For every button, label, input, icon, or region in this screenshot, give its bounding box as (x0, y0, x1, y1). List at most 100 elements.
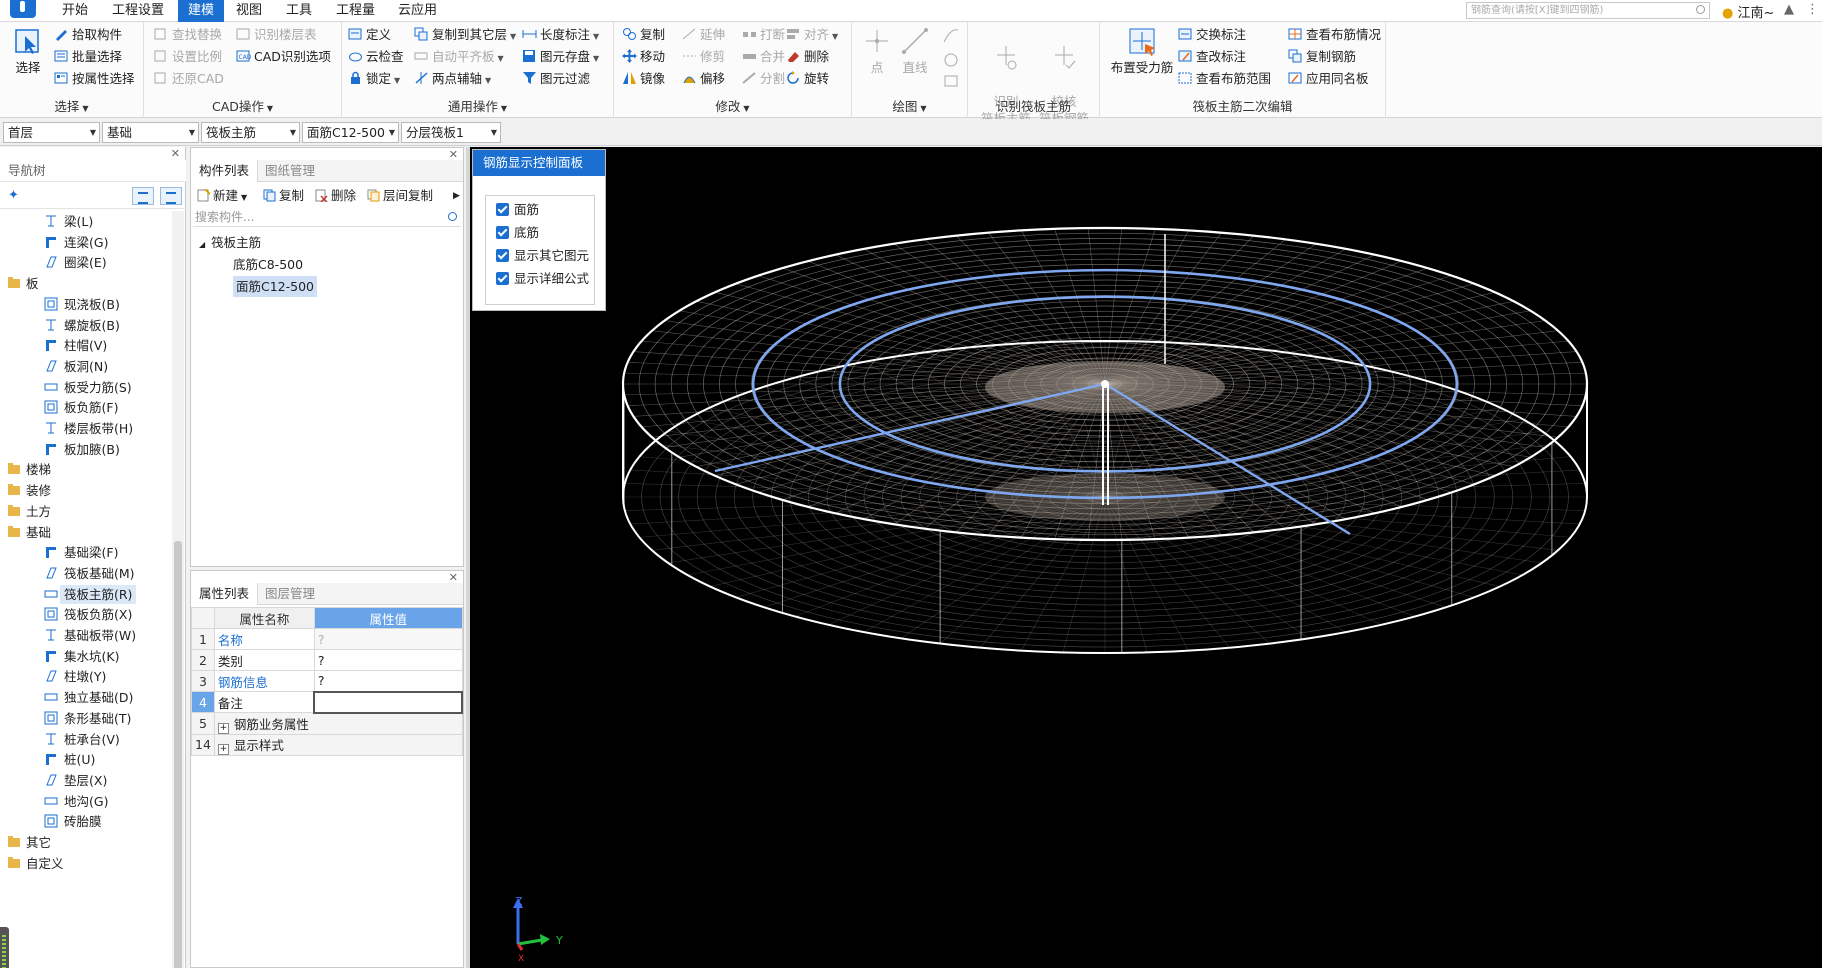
identify-floor-table-button[interactable]: 识别楼层表 (236, 25, 317, 45)
close-icon[interactable]: ✕ (171, 147, 180, 160)
copy-rebar-button[interactable]: 复制钢筋 (1288, 47, 1356, 67)
nav-item[interactable]: 现浇板(B) (0, 294, 120, 316)
select-by-property-button[interactable]: 按属性选择 (54, 69, 135, 89)
property-row[interactable]: 3 钢筋信息 ? (191, 670, 463, 692)
set-scale-button[interactable]: 设置比例 (154, 47, 222, 67)
extend-button[interactable]: 延伸 (682, 25, 725, 45)
apply-same-slab-button[interactable]: 应用同名板 (1288, 69, 1369, 89)
ribbon-group-draw-label[interactable]: 绘图 ▼ (852, 96, 967, 115)
property-row[interactable]: 2 类别 ? (191, 649, 463, 671)
align-button[interactable]: 对齐 ▼ (786, 25, 838, 45)
component-item-bottom-rebar[interactable]: 底筋C8-500 (233, 254, 303, 276)
show-formula-checkbox[interactable]: 显示详细公式 (496, 269, 589, 289)
copy-component-button[interactable]: 复制 (263, 187, 304, 205)
element-filter-button[interactable]: 图元过滤 (522, 69, 590, 89)
mirror-button[interactable]: 镜像 (622, 69, 665, 89)
nav-item[interactable]: 砖胎膜 (0, 811, 102, 833)
merge-button[interactable]: 合并 (742, 47, 785, 67)
new-component-button[interactable]: 新建 ▼ (197, 187, 247, 205)
user-menu[interactable]: ● 江南~ (1722, 2, 1774, 21)
nav-item[interactable]: 集水坑(K) (0, 646, 119, 668)
property-row-value[interactable]: ? (313, 670, 463, 692)
remark-input[interactable] (313, 690, 463, 714)
collapse-triangle-icon[interactable]: ◢ (199, 240, 205, 249)
nav-item[interactable]: 螺旋板(B) (0, 315, 120, 337)
add-sparkle-icon[interactable]: ✦ (8, 188, 19, 203)
expand-plus-icon[interactable]: + (217, 743, 229, 755)
top-rebar-checkbox[interactable]: 面筋 (496, 200, 539, 220)
length-dimension-button[interactable]: 长度标注 ▼ (522, 25, 599, 45)
nav-item[interactable]: 板洞(N) (0, 356, 108, 378)
break-button[interactable]: 打断 (742, 25, 785, 45)
menu-tab-cloud-apps[interactable]: 云应用 (388, 0, 447, 22)
tab-component-list[interactable]: 构件列表 (191, 160, 259, 182)
two-point-axis-button[interactable]: 两点辅轴 ▼ (414, 69, 491, 89)
cad-options-button[interactable]: CAD CAD识别选项 (236, 47, 331, 67)
copy-between-floors-button[interactable]: 层间复制 (367, 187, 433, 205)
move-button[interactable]: 移动 (622, 47, 665, 67)
nav-item[interactable]: 连梁(G) (0, 232, 108, 254)
batch-select-button[interactable]: 批量选择 (54, 47, 122, 67)
menu-tab-start[interactable]: 开始 (52, 0, 98, 22)
bell-icon[interactable]: ▲ (1784, 2, 1794, 17)
nav-item[interactable]: 梁(L) (0, 211, 93, 233)
ribbon-group-general-label[interactable]: 通用操作 ▼ (342, 96, 613, 115)
show-other-elements-checkbox[interactable]: 显示其它图元 (496, 246, 589, 266)
tab-layer-management[interactable]: 图层管理 (257, 583, 323, 605)
property-group-cell[interactable]: + 显示样式 (213, 733, 463, 756)
auto-level-slab-button[interactable]: 自动平齐板 ▼ (414, 47, 504, 67)
nav-category[interactable]: 其它 (0, 832, 51, 854)
menu-tab-modeling[interactable]: 建模 (178, 0, 225, 22)
nav-item[interactable]: 柱帽(V) (0, 335, 107, 357)
nav-item[interactable]: 柱墩(Y) (0, 666, 106, 688)
nav-category[interactable]: 板 (0, 273, 39, 295)
nav-item[interactable]: 板受力筋(S) (0, 377, 132, 399)
nav-item[interactable]: 筏板负筋(X) (0, 604, 132, 626)
nav-item[interactable]: 基础梁(F) (0, 542, 118, 564)
ribbon-group-cad-label[interactable]: CAD操作 ▼ (144, 96, 341, 115)
draw-shape-icons[interactable] (942, 26, 960, 94)
side-gadget-icon[interactable] (0, 927, 9, 968)
nav-item[interactable]: 垫层(X) (0, 770, 107, 792)
component-item-top-rebar[interactable]: 面筋C12-500 (233, 276, 318, 298)
expand-plus-icon[interactable]: + (217, 722, 229, 734)
component-select[interactable]: 面筋C12-500 ▼ (302, 122, 399, 143)
place-main-rebar-button[interactable]: 布置受力筋 (1110, 26, 1174, 76)
draw-point-button[interactable]: 点 (862, 26, 892, 76)
find-replace-button[interactable]: 查找替换 (154, 25, 222, 45)
component-type-select[interactable]: 筏板主筋 ▼ (201, 122, 300, 143)
nav-item[interactable]: 条形基础(T) (0, 708, 131, 730)
more-tools-icon[interactable]: ▶ (453, 187, 460, 205)
nav-item[interactable]: 基础板带(W) (0, 625, 136, 647)
swap-label-button[interactable]: 交换标注 (1178, 25, 1246, 45)
nav-item[interactable]: 桩(U) (0, 749, 95, 771)
app-logo-icon[interactable] (10, 0, 36, 18)
define-button[interactable]: 定义 (348, 25, 391, 45)
nav-item[interactable]: 板加腋(B) (0, 439, 120, 461)
property-group-row[interactable]: 5 + 钢筋业务属性 (191, 712, 463, 735)
ribbon-group-select-label[interactable]: 选择 ▼ (0, 96, 143, 115)
floor-select[interactable]: 首层 ▼ (3, 122, 100, 143)
cloud-check-button[interactable]: 云检查 (348, 47, 404, 67)
search-icon[interactable] (448, 212, 457, 221)
grid-view-icon[interactable] (160, 187, 182, 205)
view-rebar-status-button[interactable]: 查看布筋情况 (1288, 25, 1381, 45)
search-icon[interactable] (1696, 5, 1705, 14)
nav-category[interactable]: 楼梯 (0, 459, 51, 481)
restore-cad-button[interactable]: 还原CAD (154, 69, 224, 89)
menu-tab-quantity[interactable]: 工程量 (326, 0, 385, 22)
nav-category[interactable]: 自定义 (0, 853, 64, 875)
split-button[interactable]: 分割 (742, 69, 785, 89)
pick-component-button[interactable]: 拾取构件 (54, 25, 122, 45)
list-view-icon[interactable] (132, 187, 154, 205)
nav-item[interactable]: 筏板基础(M) (0, 563, 135, 585)
offset-button[interactable]: 偏移 (682, 69, 725, 89)
menu-tab-tools[interactable]: 工具 (276, 0, 322, 22)
view-rebar-range-button[interactable]: 查看布筋范围 (1178, 69, 1271, 89)
menu-tab-project-settings[interactable]: 工程设置 (102, 0, 174, 22)
property-row-value[interactable]: ? (313, 649, 463, 671)
nav-category[interactable]: 土方 (0, 501, 51, 523)
nav-item[interactable]: 筏板主筋(R) (0, 584, 137, 606)
property-group-cell[interactable]: + 钢筋业务属性 (213, 712, 463, 735)
component-tree-root[interactable]: ◢ 筏板主筋 (199, 232, 261, 254)
